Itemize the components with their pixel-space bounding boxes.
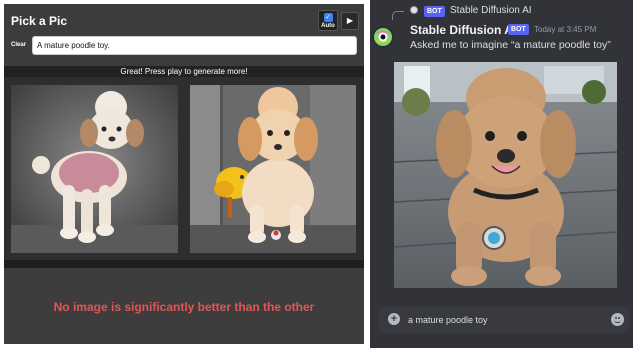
pick-a-pic-header: Pick a Pic ✓ Auto ▶ Clear [4,4,364,66]
message-author-name[interactable]: Stable Diffusion AI [410,23,516,37]
checkbox-icon: ✓ [323,12,333,22]
generated-image[interactable] [394,62,617,288]
emoji-mouth [614,320,621,323]
message-text: Asked me to imagine “a mature poodle toy… [410,39,611,51]
pick-a-pic-panel: Pick a Pic ✓ Auto ▶ Clear Great! Press p… [4,4,364,344]
auto-label: Auto [321,22,335,29]
app-title: Pick a Pic [11,14,68,28]
chat-input-bar: + [378,306,629,333]
poodle-image-result [394,62,617,288]
bot-avatar-icon [372,26,394,48]
verdict-text: No image is significantly better than th… [53,300,315,314]
play-icon: ▶ [346,16,354,25]
discord-panel: BOT Stable Diffusion AI Stable Diffusion… [370,0,633,348]
divider [4,260,364,268]
candidate-image-left[interactable] [11,85,178,253]
chat-input[interactable] [408,311,598,328]
add-attachment-icon[interactable]: + [388,313,400,325]
emoji-icon[interactable] [611,313,624,326]
avatar[interactable] [372,26,394,48]
prompt-input[interactable] [32,36,357,55]
candidate-images [4,77,364,260]
clear-button[interactable]: Clear [11,42,26,48]
reply-connector [392,11,404,20]
candidate-image-right[interactable] [190,85,356,253]
status-message: Great! Press play to generate more! [4,66,364,77]
bot-tag: BOT [424,6,445,17]
reply-avatar[interactable] [410,6,418,14]
poodle-image-left [11,85,178,253]
auto-toggle-button[interactable]: ✓ Auto [318,10,338,31]
poodle-image-right [190,85,356,253]
message-timestamp: Today at 3:45 PM [534,25,597,34]
play-button[interactable]: ▶ [341,12,359,30]
reply-author-name[interactable]: Stable Diffusion AI [450,5,532,16]
bot-tag: BOT [508,24,529,35]
